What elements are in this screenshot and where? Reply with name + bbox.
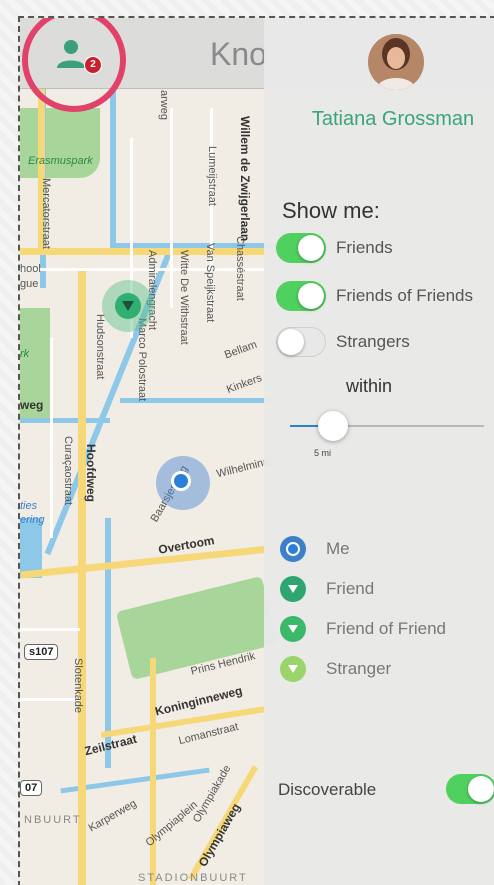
road <box>50 338 53 538</box>
me-dot-inner <box>286 542 300 556</box>
me-dot-icon <box>280 536 306 562</box>
legend-stranger: Stranger <box>280 656 391 682</box>
option-label: Friends <box>336 238 393 257</box>
toggle-knob <box>278 329 304 355</box>
show-me-heading: Show me: <box>282 198 380 223</box>
stranger-triangle-icon <box>280 656 306 682</box>
friend-of-friend-triangle-icon <box>280 616 306 642</box>
legend-label: Stranger <box>326 659 392 678</box>
slider-thumb[interactable] <box>317 411 348 441</box>
map-label: ties <box>20 500 38 512</box>
map-label: rk <box>20 348 30 360</box>
triangle-down-icon <box>288 665 298 673</box>
screenshot-frame: Erasmuspark Mercatorstraat hool gue rk w… <box>0 0 494 885</box>
road <box>78 268 86 885</box>
toggle-knob <box>298 235 324 261</box>
avatar[interactable] <box>368 34 424 90</box>
canal <box>110 88 116 248</box>
distance-slider[interactable] <box>290 411 484 441</box>
distance-value: 5 mi <box>314 448 332 458</box>
option-label: Strangers <box>336 332 410 351</box>
discoverable-label: Discoverable <box>278 780 377 799</box>
toggle-discoverable[interactable] <box>446 774 494 804</box>
map-label: Kinkers <box>225 372 264 396</box>
triangle-down-icon <box>288 625 298 633</box>
legend-friend: Friend <box>280 576 374 602</box>
route-shield: 07 <box>20 780 43 796</box>
legend-friend-of-friend: Friend of Friend <box>280 616 446 642</box>
legend-label: Friend <box>326 579 375 598</box>
route-shield: s107 <box>24 644 59 660</box>
avatar-image <box>368 34 424 90</box>
toggle-friends-of-friends[interactable] <box>276 281 326 311</box>
map-label: Lumeijstraat <box>206 146 218 206</box>
map-label: Wilhelmina <box>215 455 271 481</box>
map-label: ering <box>20 514 45 526</box>
friend-marker[interactable] <box>115 293 141 319</box>
map-label: Hudsonstraat <box>94 314 106 380</box>
toggle-knob <box>298 283 324 309</box>
map-label: Lomanstraat <box>177 720 240 748</box>
triangle-down-icon <box>288 585 298 593</box>
road <box>20 628 80 631</box>
map-label: Marco Polostraat <box>136 318 148 402</box>
map-label: arweg <box>158 90 170 120</box>
legend-label: Me <box>326 539 350 558</box>
map-label: weg <box>20 398 44 412</box>
road <box>150 658 156 885</box>
map-label: NBUURT <box>24 814 82 826</box>
map-label: gue <box>20 278 39 290</box>
option-friends-of-friends: Friends of Friends <box>276 280 473 312</box>
road <box>20 544 280 579</box>
map-label: hool <box>20 263 41 275</box>
user-name: Tatiana Grossman <box>311 108 475 130</box>
settings-panel: Tatiana Grossman Show me: Friends Friend… <box>264 18 494 885</box>
toggle-friends[interactable] <box>276 233 326 263</box>
option-strangers: Strangers <box>276 326 410 358</box>
map-label: STADIONBUURT <box>138 872 248 884</box>
triangle-down-icon <box>122 301 134 311</box>
road <box>20 698 80 701</box>
map-label: Curaçaostraat <box>62 436 74 506</box>
toggle-strangers[interactable] <box>276 327 326 357</box>
map-label: Karperweg <box>86 797 139 835</box>
option-friends: Friends <box>276 232 393 264</box>
map-label: Erasmuspark <box>28 155 93 167</box>
map-label: Slotenkade <box>72 658 84 714</box>
option-label: Friends of Friends <box>336 286 473 305</box>
road <box>170 108 173 308</box>
page-title: Kno <box>210 36 267 72</box>
phone-screen: Erasmuspark Mercatorstraat hool gue rk w… <box>18 16 494 885</box>
legend-me: Me <box>280 536 350 562</box>
map-label: Bellam <box>222 338 259 362</box>
legend-label: Friend of Friend <box>326 619 446 638</box>
map-label: Witte De Withstraat <box>178 250 190 345</box>
within-label: within <box>346 376 393 396</box>
park-erasmuspark <box>20 108 100 178</box>
map-label: Chasséstraat <box>234 236 246 301</box>
me-marker[interactable] <box>171 471 191 491</box>
map-label: Hoofdweg <box>84 444 98 502</box>
friend-triangle-icon <box>280 576 306 602</box>
toggle-knob <box>468 776 494 802</box>
map-label: Willem de Zwijgerlaan <box>238 116 252 242</box>
map-label: Van Speijkstraat <box>204 243 216 323</box>
map-label: Mercatorstraat <box>40 178 52 249</box>
